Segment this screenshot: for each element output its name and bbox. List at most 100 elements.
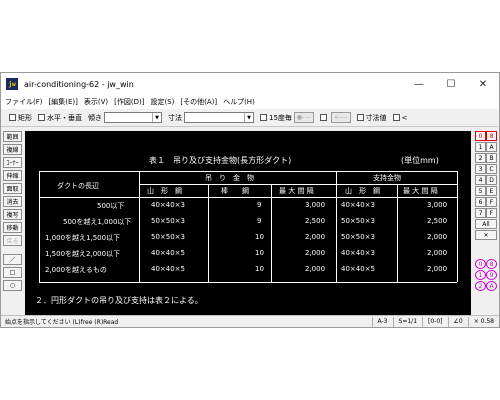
rect-tool-icon[interactable]: □ xyxy=(3,267,22,278)
chevron-down-icon[interactable]: ▼ xyxy=(152,113,161,122)
subheader-support-interval: 最 大 間 隔 xyxy=(403,187,438,195)
layer-circle-button[interactable]: 9 xyxy=(486,270,497,280)
tool-erase[interactable]: 消去 xyxy=(3,196,22,207)
layer-circle-button[interactable]: 0 xyxy=(475,259,486,269)
angle-value[interactable]: ∠0 xyxy=(447,316,468,327)
layer-button[interactable]: 6 xyxy=(475,197,486,207)
arrow-mode-button[interactable]: <---- xyxy=(330,112,351,123)
row-2-support-interval: 2,500 xyxy=(427,217,448,225)
row-3-rod: 10 xyxy=(255,233,264,241)
hv-checkbox[interactable] xyxy=(38,114,45,121)
tool-corner[interactable]: ｺｰﾅｰ xyxy=(3,157,22,168)
tool-extend[interactable]: 伸縮 xyxy=(3,170,22,181)
header-duct-length: ダクトの長辺 xyxy=(57,182,99,190)
subheader-interval: 最 大 間 隔 xyxy=(279,187,314,195)
tool-undo[interactable]: 戻る xyxy=(3,235,22,246)
rect-option[interactable]: 矩形 xyxy=(9,113,32,123)
layer-button[interactable]: 1 xyxy=(475,142,486,152)
tilt-field: 傾き ▼ xyxy=(88,112,162,123)
drawing-canvas[interactable]: 表１ 吊り及び支持金物(長方形ダクト) (単位mm) ダクトの長辺 吊 り 金 … xyxy=(25,131,471,315)
point-mode-button[interactable]: ●---- xyxy=(293,112,314,123)
table-title: 表１ 吊り及び支持金物(長方形ダクト) xyxy=(149,156,292,165)
tool-offset[interactable]: 複線 xyxy=(3,144,22,155)
layer-button[interactable]: 7 xyxy=(475,208,486,218)
layer-group-button[interactable]: C xyxy=(486,164,497,174)
menu-edit[interactable]: [編集(E)] xyxy=(49,97,78,107)
paper-size[interactable]: A-3 xyxy=(371,316,393,327)
layer-indicator[interactable]: [0-0] xyxy=(422,316,447,327)
row-1-interval: 3,000 xyxy=(305,201,326,209)
row-1-support-interval: 3,000 xyxy=(427,201,448,209)
tool-range[interactable]: 範囲 xyxy=(3,131,22,142)
zoom-value[interactable]: × 0.58 xyxy=(467,316,499,327)
lt-option[interactable]: < xyxy=(392,114,407,122)
row-5-rod: 10 xyxy=(255,265,264,273)
rect-checkbox[interactable] xyxy=(9,114,16,121)
menu-draw[interactable]: [作図(D)] xyxy=(114,97,144,107)
row-5-length: 2,000を越えるもの xyxy=(45,266,107,274)
window-controls: — ☐ ✕ xyxy=(403,73,499,95)
circle-tool-icon[interactable]: ○ xyxy=(3,280,22,291)
deg15-option[interactable]: 15度毎 ●---- xyxy=(260,112,314,123)
layer-circle-button[interactable]: 8 xyxy=(486,259,497,269)
dim-field: 寸法 ▼ xyxy=(168,112,254,123)
layer-circle-button[interactable]: 2 xyxy=(475,281,486,291)
row-1-rod: 9 xyxy=(257,201,262,209)
row-4-angle: 40×40×5 xyxy=(151,249,185,257)
layer-button[interactable]: 3 xyxy=(475,164,486,174)
dim-value-checkbox[interactable] xyxy=(356,114,364,121)
layer-group-button[interactable]: B xyxy=(486,153,497,163)
all-layers-button[interactable]: All xyxy=(475,219,497,229)
window-title: air-conditioning-62 - jw_win xyxy=(24,79,134,89)
arrow-option[interactable]: <---- xyxy=(319,112,351,123)
menu-file[interactable]: ファイル(F) xyxy=(5,97,43,107)
line-tool-icon[interactable]: ／ xyxy=(3,254,22,265)
layer-button[interactable]: 2 xyxy=(475,153,486,163)
close-icon[interactable]: ✕ xyxy=(475,230,497,240)
row-2-interval: 2,500 xyxy=(305,217,326,225)
header-hanging: 吊 り 金 物 xyxy=(205,174,254,182)
tool-chamfer[interactable]: 面取 xyxy=(3,183,22,194)
circle-layer-row: 2A xyxy=(475,281,499,291)
arrow-checkbox[interactable] xyxy=(319,114,327,121)
menu-other[interactable]: [その他(A)] xyxy=(180,97,217,107)
layer-group-button[interactable]: E xyxy=(486,186,497,196)
layer-circle-button[interactable]: A xyxy=(486,281,497,291)
minimize-button[interactable]: — xyxy=(403,73,435,95)
row-1-support-angle: 40×40×3 xyxy=(341,201,375,209)
layer-button[interactable]: 5 xyxy=(475,186,486,196)
table-border-right xyxy=(457,171,458,282)
layer-group-button[interactable]: 8 xyxy=(486,131,497,141)
chevron-down-icon[interactable]: ▼ xyxy=(244,113,253,122)
row-4-support-angle: 40×40×3 xyxy=(341,249,375,257)
dim-value-option[interactable]: 寸法値 xyxy=(356,113,387,123)
layer-circle-button[interactable]: 1 xyxy=(475,270,486,280)
layer-group-button[interactable]: D xyxy=(486,175,497,185)
menu-help[interactable]: ヘルプ(H) xyxy=(223,97,255,107)
dim-combo[interactable]: ▼ xyxy=(184,112,254,123)
layer-button[interactable]: 4 xyxy=(475,175,486,185)
tool-copy[interactable]: 複写 xyxy=(3,209,22,220)
maximize-button[interactable]: ☐ xyxy=(435,73,467,95)
row-2-support-angle: 50×50×3 xyxy=(341,217,375,225)
tool-move[interactable]: 移動 xyxy=(3,222,22,233)
row-3-support-interval: 2,000 xyxy=(427,233,448,241)
subheader-rod: 棒 鋼 xyxy=(221,187,249,195)
layer-button[interactable]: 0 xyxy=(475,131,486,141)
hv-option[interactable]: 水平・垂直 xyxy=(38,113,82,123)
row-2-length: 500を越え1,000以下 xyxy=(63,218,132,226)
row-5-interval: 2,000 xyxy=(305,265,326,273)
deg15-checkbox[interactable] xyxy=(260,114,267,121)
menu-bar: ファイル(F) [編集(E)] 表示(V) [作図(D)] 設定(S) [その他… xyxy=(1,95,499,109)
layer-group-button[interactable]: A xyxy=(486,142,497,152)
lt-checkbox[interactable] xyxy=(392,114,400,121)
close-button[interactable]: ✕ xyxy=(467,73,499,95)
table-col-5 xyxy=(397,184,398,282)
layer-group-button[interactable]: F xyxy=(486,208,497,218)
tilt-combo[interactable]: ▼ xyxy=(104,112,162,123)
scale-value[interactable]: S=1/1 xyxy=(392,316,423,327)
subheader-support-angle: 山 形 鋼 xyxy=(345,187,380,195)
menu-settings[interactable]: 設定(S) xyxy=(150,97,174,107)
menu-view[interactable]: 表示(V) xyxy=(84,97,108,107)
layer-group-button[interactable]: F xyxy=(486,197,497,207)
